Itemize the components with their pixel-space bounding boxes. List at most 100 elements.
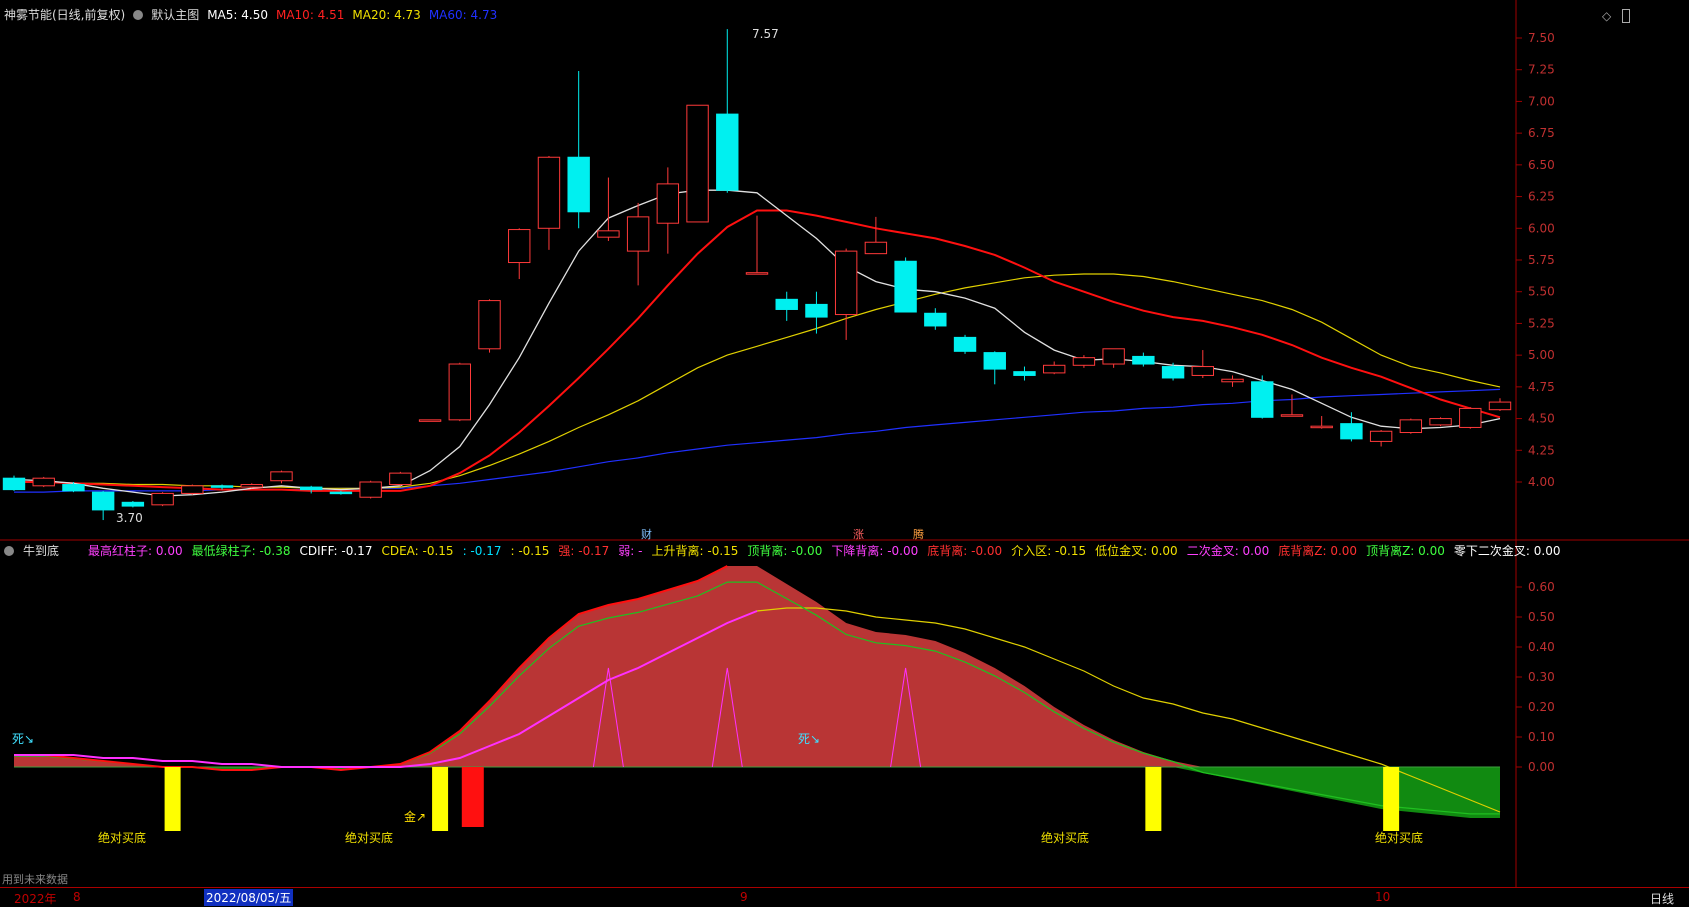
candle-body bbox=[270, 471, 293, 482]
chart-menu-icon[interactable] bbox=[133, 9, 144, 20]
ma20-label: MA20: 4.73 bbox=[352, 7, 421, 22]
ma5-label: MA5: 4.50 bbox=[207, 7, 268, 22]
price-tick-label: 5.25 bbox=[1528, 316, 1555, 330]
negative-area bbox=[14, 767, 1500, 818]
candle-body bbox=[240, 484, 263, 488]
candle-body bbox=[567, 156, 590, 213]
candle-body bbox=[2, 477, 26, 491]
price-tick-label: 6.75 bbox=[1528, 126, 1555, 140]
indicator-tick-label: 0.20 bbox=[1528, 700, 1555, 714]
indicator-value-1: 最低绿柱子: -0.38 bbox=[191, 544, 291, 558]
event-teng-badge[interactable]: 腾 bbox=[913, 526, 924, 542]
candle-body bbox=[508, 229, 531, 264]
indicator-value-5: : -0.15 bbox=[510, 543, 550, 558]
indicator-name[interactable]: 牛到底 bbox=[23, 542, 59, 559]
candle-body bbox=[924, 312, 947, 327]
indicator-value-7: 弱: - bbox=[618, 544, 643, 558]
panel-toggle-icon[interactable] bbox=[1622, 9, 1630, 23]
month-8-label: 8 bbox=[73, 890, 81, 904]
candle-body bbox=[1191, 366, 1214, 376]
main-legend: 神雾节能(日线,前复权) 默认主图 MA5: 4.50 MA10: 4.51 M… bbox=[4, 6, 497, 23]
indicator-value-17: 零下二次金叉: 0.00 bbox=[1453, 544, 1561, 558]
gold-cross-label: 金↗ bbox=[404, 810, 427, 824]
diamond-icon[interactable]: ◇ bbox=[1602, 9, 1611, 23]
candle-body bbox=[716, 113, 739, 191]
stock-chart[interactable]: 7.50 7.25 7.00 6.75 6.50 6.25 6.00 5.75 5.50 5.25… bbox=[0, 0, 1689, 905]
indicator-tick-label: 0.30 bbox=[1528, 670, 1555, 684]
candle-body bbox=[834, 250, 858, 316]
indicator-value-15: 底背离Z: 0.00 bbox=[1278, 544, 1358, 558]
indicator-value-10: 下降背离: -0.00 bbox=[831, 544, 919, 558]
buy-signal-label: 绝对买底 bbox=[1041, 831, 1090, 845]
price-tick-label: 6.25 bbox=[1528, 190, 1555, 204]
indicator-axis: 0.60 0.50 0.40 0.30 0.20 0.10 0.00 bbox=[1516, 580, 1555, 774]
candle-body bbox=[1132, 355, 1155, 365]
candle-body bbox=[1221, 378, 1244, 383]
price-tick-label: 4.00 bbox=[1528, 475, 1555, 489]
indicator-value-16: 顶背离Z: 0.00 bbox=[1366, 544, 1445, 558]
month-10-label: 10 bbox=[1375, 890, 1391, 904]
price-tick-label: 4.50 bbox=[1528, 412, 1555, 426]
stock-title[interactable]: 神雾节能(日线,前复权) bbox=[4, 6, 125, 23]
indicator-value-12: 介入区: -0.15 bbox=[1011, 544, 1087, 558]
buy-signal-bar bbox=[1145, 767, 1162, 831]
dead-cross-label: 死↘ bbox=[798, 732, 821, 746]
candle-body bbox=[1340, 423, 1363, 440]
candle-body bbox=[32, 477, 55, 487]
buy-signal-bar bbox=[164, 767, 181, 831]
indicator-tick-label: 0.10 bbox=[1528, 730, 1555, 744]
indicator-tick-label: 0.40 bbox=[1528, 640, 1555, 654]
price-tick-label: 5.00 bbox=[1528, 348, 1555, 362]
indicator-value-0: 最高红柱子: 0.00 bbox=[88, 544, 183, 558]
candle-body bbox=[983, 352, 1006, 370]
indicator-menu-icon[interactable] bbox=[4, 545, 14, 556]
buy-signal-bar bbox=[432, 767, 449, 831]
indicator-tick-label: 0.00 bbox=[1528, 760, 1555, 774]
candle-body bbox=[151, 492, 174, 506]
positive-area bbox=[14, 566, 1500, 767]
candle-body bbox=[1310, 425, 1333, 429]
indicator-value-14: 二次金叉: 0.00 bbox=[1186, 544, 1270, 558]
indicator-value-3: CDEA: -0.15 bbox=[381, 543, 454, 558]
year-label: 2022年 bbox=[14, 892, 57, 906]
ma60-label: MA60: 4.73 bbox=[428, 7, 498, 22]
candle-body bbox=[1072, 357, 1096, 366]
indicator-value-6: 强: -0.17 bbox=[558, 544, 610, 558]
indicator-value-4: : -0.17 bbox=[462, 543, 502, 558]
indicator-histogram bbox=[14, 566, 1500, 818]
candle-body bbox=[953, 336, 977, 352]
candle-body bbox=[121, 501, 145, 507]
ma10-label: MA10: 4.51 bbox=[275, 7, 345, 22]
candle-body bbox=[1399, 419, 1423, 434]
ma60-line bbox=[14, 388, 1501, 493]
candle-body bbox=[1043, 364, 1066, 374]
indicator-value-13: 低位金叉: 0.00 bbox=[1095, 544, 1178, 558]
candle-body bbox=[1459, 407, 1482, 428]
event-zhang-badge[interactable]: 涨 bbox=[853, 526, 864, 542]
price-tick-label: 7.25 bbox=[1528, 63, 1555, 77]
candle-body bbox=[805, 303, 828, 318]
price-tick-label: 6.50 bbox=[1528, 158, 1555, 172]
period-label[interactable]: 日线 bbox=[1650, 890, 1674, 907]
candle-body bbox=[656, 183, 680, 224]
time-axis: 2022年 8 2022/08/05/五 9 10 日线 bbox=[0, 887, 1689, 906]
candle-body bbox=[1429, 418, 1452, 426]
candle-body bbox=[62, 484, 85, 492]
candle-body bbox=[418, 419, 442, 422]
candle-body bbox=[1251, 381, 1274, 418]
buy-signal-label: 绝对买底 bbox=[98, 831, 147, 845]
main-chart-label[interactable]: 默认主图 bbox=[151, 6, 199, 23]
cursor-date: 2022/08/05/五 bbox=[204, 889, 294, 906]
buy-signal-label: 绝对买底 bbox=[345, 831, 394, 845]
month-9-label: 9 bbox=[740, 890, 748, 904]
indicator-value-2: CDIFF: -0.17 bbox=[299, 543, 373, 558]
dead-cross-label: 死↘ bbox=[12, 732, 35, 746]
candle-body bbox=[359, 481, 382, 498]
future-data-note: 用到未来数据 bbox=[2, 873, 68, 886]
candle-body bbox=[597, 230, 620, 238]
price-tick-label: 7.50 bbox=[1528, 31, 1555, 45]
event-cai-badge[interactable]: 财 bbox=[641, 526, 652, 542]
candlesticks[interactable] bbox=[2, 29, 1512, 521]
indicator-value-9: 顶背离: -0.00 bbox=[747, 544, 823, 558]
price-tick-label: 6.00 bbox=[1528, 221, 1555, 235]
